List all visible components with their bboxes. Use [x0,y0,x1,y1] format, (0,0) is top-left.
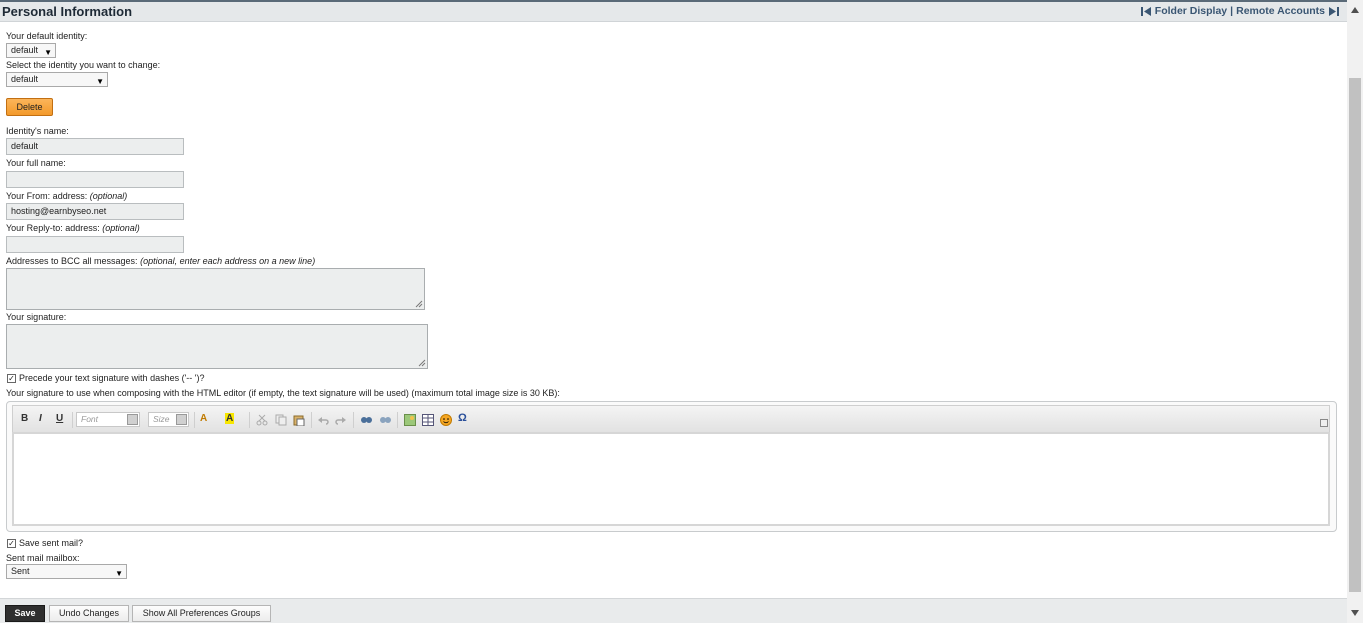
toolbar-separator [194,412,195,428]
toolbar-separator [72,412,73,428]
collapse-toolbar-button[interactable] [1320,419,1328,427]
vertical-scrollbar[interactable] [1347,0,1363,623]
dropdown-arrow-icon: ▼ [115,569,123,578]
show-all-preferences-button[interactable]: Show All Preferences Groups [132,605,271,622]
size-placeholder: Size [153,414,170,424]
select-identity-label: Select the identity you want to change: [6,60,161,70]
size-select[interactable]: Size [148,412,189,427]
resize-grip-icon[interactable] [418,359,426,367]
scrollbar-thumb[interactable] [1349,78,1361,592]
from-optional-note: (optional) [89,191,128,201]
from-address-label-text: Your From: address: [6,191,88,201]
save-sent-label: Save sent mail? [19,538,84,548]
toolbar-separator [353,412,354,428]
remote-accounts-link[interactable]: Remote Accounts [1236,5,1325,17]
reply-to-label-text: Your Reply-to: address: [6,223,100,233]
default-identity-value: default [11,45,39,55]
previous-arrow-icon[interactable] [1140,6,1152,17]
select-identity-select[interactable]: default ▼ [6,72,108,87]
smiley-icon[interactable] [440,414,452,426]
default-identity-label: Your default identity: [6,31,88,41]
editor-toolbar: B I U Font Size A A Ω [12,405,1330,432]
italic-button[interactable]: I [39,413,42,424]
replace-icon[interactable] [379,413,392,426]
chevron-down-icon [127,414,138,425]
select-identity-value: default [11,74,39,84]
sent-mailbox-value: Sent [11,566,30,576]
header-links: Folder Display | Remote Accounts [1140,5,1339,17]
save-button[interactable]: Save [5,605,45,622]
redo-icon[interactable] [335,414,347,426]
toolbar-separator [397,412,398,428]
from-address-input[interactable]: hosting@earnbyseo.net [6,203,184,220]
folder-display-link[interactable]: Folder Display [1155,5,1227,17]
chevron-down-icon [176,414,187,425]
link-separator: | [1230,5,1234,17]
signature-label: Your signature: [6,312,67,322]
identity-name-label: Identity's name: [6,126,69,136]
find-icon[interactable] [360,413,373,426]
font-select[interactable]: Font [76,412,140,427]
undo-changes-button[interactable]: Undo Changes [49,605,129,622]
default-identity-select[interactable]: default ▼ [6,43,56,58]
page-title: Personal Information [2,4,133,19]
signature-textarea[interactable] [6,324,428,369]
special-char-icon[interactable]: Ω [458,412,467,424]
font-placeholder: Font [81,414,99,424]
bcc-label-text: Addresses to BCC all messages: [6,256,138,266]
identity-name-input[interactable]: default [6,138,184,155]
undo-icon[interactable] [317,414,329,426]
save-sent-checkbox[interactable]: ✓ [7,539,16,548]
html-editor-content[interactable] [12,432,1330,526]
resize-grip-icon[interactable] [415,300,423,308]
precede-dashes-label: Precede your text signature with dashes … [19,373,205,383]
text-color-icon[interactable]: A [200,413,207,424]
footer-bar: Save Undo Changes Show All Preferences G… [0,598,1347,623]
table-icon[interactable] [422,414,434,426]
reply-to-optional-note: (optional) [102,223,140,233]
from-address-label: Your From: address: (optional) [6,191,127,201]
toolbar-separator [311,412,312,428]
bold-button[interactable]: B [21,413,28,424]
sent-mailbox-select[interactable]: Sent ▼ [6,564,127,579]
toolbar-separator [249,412,250,428]
reply-to-input[interactable] [6,236,184,253]
delete-button[interactable]: Delete [6,98,53,116]
next-arrow-icon[interactable] [1328,6,1339,17]
background-color-icon[interactable]: A [225,413,235,424]
page-header: Personal Information Folder Display | Re… [0,0,1347,22]
bcc-optional-note: (optional, enter each address on a new l… [140,256,316,266]
precede-dashes-checkbox[interactable]: ✓ [7,374,16,383]
html-signature-label: Your signature to use when composing wit… [6,388,560,398]
underline-button[interactable]: U [56,413,63,424]
image-icon[interactable] [404,414,416,426]
bcc-textarea[interactable] [6,268,425,310]
scroll-up-icon[interactable] [1347,2,1363,18]
copy-icon[interactable] [275,414,287,426]
bcc-label: Addresses to BCC all messages: (optional… [6,256,315,266]
cut-icon[interactable] [256,414,268,426]
reply-to-label: Your Reply-to: address: (optional) [6,223,140,233]
dropdown-arrow-icon: ▼ [44,48,52,57]
full-name-label: Your full name: [6,158,66,168]
dropdown-arrow-icon: ▼ [96,77,104,86]
full-name-input[interactable] [6,171,184,188]
scroll-down-icon[interactable] [1347,605,1363,621]
html-editor: B I U Font Size A A Ω [6,401,1337,532]
sent-mailbox-label: Sent mail mailbox: [6,553,80,563]
paste-icon[interactable] [293,414,305,426]
